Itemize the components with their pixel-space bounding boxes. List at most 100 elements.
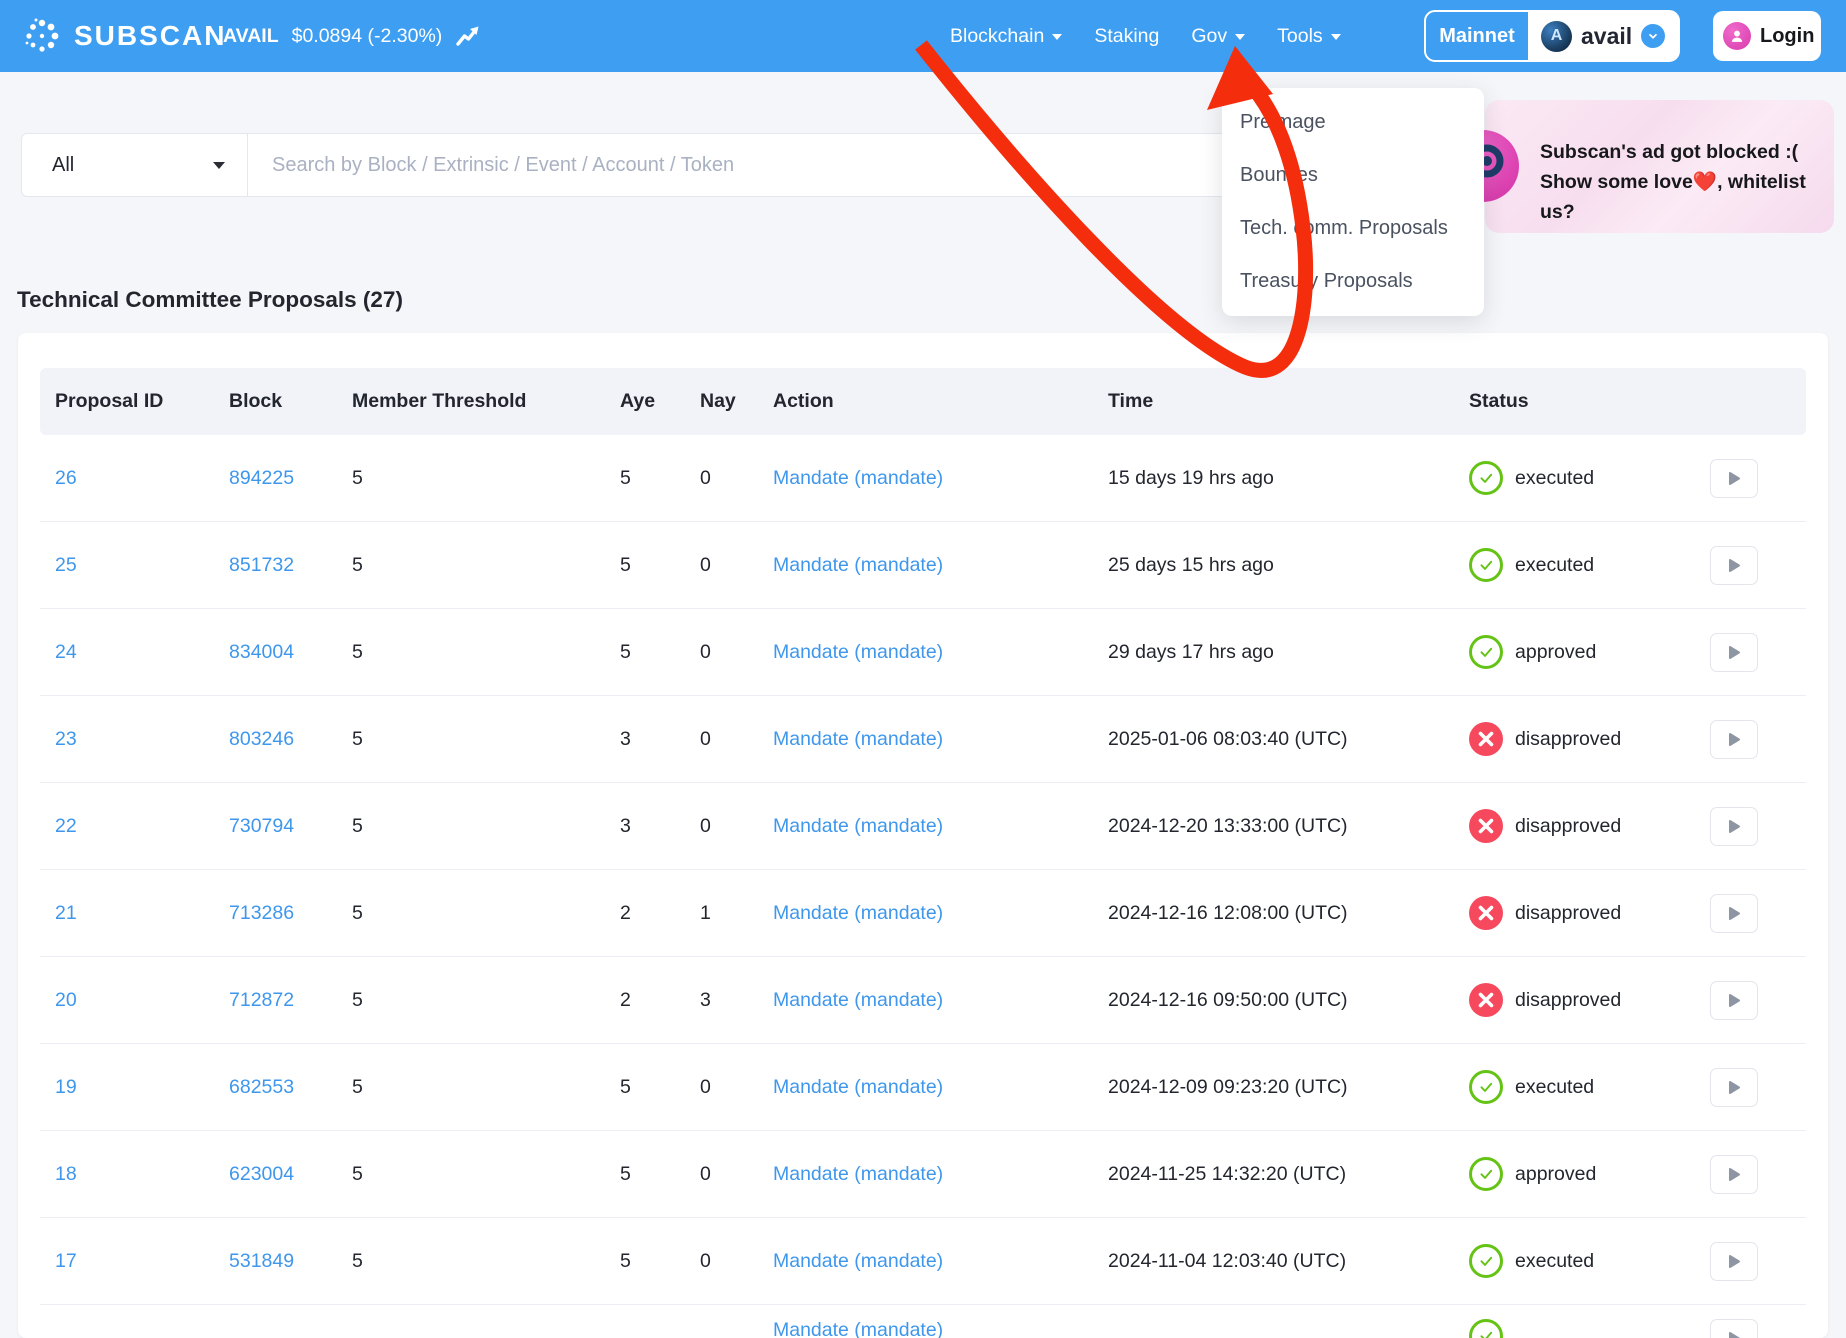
status-label: disapproved	[1515, 902, 1621, 925]
main-nav: Blockchain Staking Gov Tools	[950, 0, 1341, 72]
action-link[interactable]: Mandate (mandate)	[773, 1319, 1108, 1338]
block-link[interactable]: 851732	[229, 554, 352, 577]
action-link[interactable]: Mandate (mandate)	[773, 467, 1108, 490]
menu-item-treasury-proposals[interactable]: Treasury Proposals	[1222, 255, 1484, 308]
nay-value: 0	[700, 641, 773, 664]
menu-item-bounties[interactable]: Bounties	[1222, 149, 1484, 202]
proposal-id-link[interactable]: 21	[55, 902, 229, 925]
nav-item-tools[interactable]: Tools	[1277, 25, 1341, 48]
block-link[interactable]: 531849	[229, 1250, 352, 1273]
table-row: 26 894225 5 5 0 Mandate (mandate) 15 day…	[40, 435, 1806, 522]
nay-value: 1	[700, 902, 773, 925]
nav-item-blockchain[interactable]: Blockchain	[950, 25, 1062, 48]
status-icon	[1469, 1244, 1503, 1278]
nay-value: 0	[700, 1250, 773, 1273]
menu-item-tech-comm-proposals[interactable]: Tech. comm. Proposals	[1222, 202, 1484, 255]
aye-value: 5	[620, 554, 700, 577]
chevron-right-icon	[1727, 993, 1741, 1008]
login-button[interactable]: Login	[1713, 11, 1821, 61]
avail-logo-icon: A	[1541, 21, 1572, 52]
member-threshold-value: 5	[352, 728, 620, 751]
col-aye: Aye	[620, 390, 700, 413]
menu-item-preimage[interactable]: Preimage	[1222, 96, 1484, 149]
time-value: 29 days 17 hrs ago	[1108, 641, 1469, 664]
network-env-button[interactable]: Mainnet	[1426, 12, 1528, 60]
proposal-id-link[interactable]: 19	[55, 1076, 229, 1099]
block-link[interactable]: 894225	[229, 467, 352, 490]
nav-item-gov[interactable]: Gov	[1191, 25, 1245, 48]
proposal-id-link[interactable]: 22	[55, 815, 229, 838]
block-link[interactable]: 682553	[229, 1076, 352, 1099]
status-cell	[1469, 1319, 1710, 1338]
action-link[interactable]: Mandate (mandate)	[773, 989, 1108, 1012]
token-price-info: AVAIL $0.0894 (-2.30%)	[223, 0, 481, 72]
row-expand-button[interactable]	[1710, 633, 1758, 672]
status-label: approved	[1515, 641, 1596, 664]
network-selector[interactable]: Mainnet A avail	[1424, 10, 1680, 62]
nav-item-staking[interactable]: Staking	[1094, 25, 1159, 48]
member-threshold-value: 5	[352, 989, 620, 1012]
nay-value: 0	[700, 1076, 773, 1099]
block-link[interactable]: 803246	[229, 728, 352, 751]
block-link[interactable]: 623004	[229, 1163, 352, 1186]
subscan-logo[interactable]: SUBSCAN	[22, 0, 226, 72]
proposal-id-link[interactable]: 23	[55, 728, 229, 751]
action-link[interactable]: Mandate (mandate)	[773, 1250, 1108, 1273]
action-link[interactable]: Mandate (mandate)	[773, 728, 1108, 751]
row-expand-button[interactable]	[1710, 720, 1758, 759]
status-cell: approved	[1469, 1157, 1710, 1191]
action-link[interactable]: Mandate (mandate)	[773, 641, 1108, 664]
adblock-notice: Subscan's ad got blocked :( Show some lo…	[1485, 100, 1834, 233]
chain-selector[interactable]: A avail	[1528, 12, 1678, 60]
chain-name: avail	[1581, 23, 1632, 50]
action-link[interactable]: Mandate (mandate)	[773, 902, 1108, 925]
status-label: approved	[1515, 1163, 1596, 1186]
chevron-right-icon	[1727, 1331, 1741, 1338]
time-value: 2024-12-16 12:08:00 (UTC)	[1108, 902, 1469, 925]
proposal-id-link[interactable]: 20	[55, 989, 229, 1012]
block-link[interactable]: 730794	[229, 815, 352, 838]
price-chart-icon[interactable]	[455, 23, 481, 49]
proposal-id-link[interactable]: 17	[55, 1250, 229, 1273]
table-row: 24 834004 5 5 0 Mandate (mandate) 29 day…	[40, 609, 1806, 696]
status-cell: disapproved	[1469, 983, 1710, 1017]
aye-value: 5	[620, 641, 700, 664]
chevron-right-icon	[1727, 1080, 1741, 1095]
top-navigation-bar: SUBSCAN AVAIL $0.0894 (-2.30%) Blockchai…	[0, 0, 1846, 72]
action-link[interactable]: Mandate (mandate)	[773, 815, 1108, 838]
block-link[interactable]: 712872	[229, 989, 352, 1012]
search-filter-value: All	[52, 154, 74, 177]
search-filter-select[interactable]: All	[22, 134, 248, 196]
action-link[interactable]: Mandate (mandate)	[773, 1163, 1108, 1186]
proposal-id-link[interactable]: 26	[55, 467, 229, 490]
caret-down-icon	[1235, 34, 1245, 40]
row-expand-button[interactable]	[1710, 459, 1758, 498]
status-cell: executed	[1469, 461, 1710, 495]
time-value: 2024-12-16 09:50:00 (UTC)	[1108, 989, 1469, 1012]
aye-value: 2	[620, 989, 700, 1012]
row-expand-button[interactable]	[1710, 1242, 1758, 1281]
row-expand-button[interactable]	[1710, 981, 1758, 1020]
status-label: executed	[1515, 467, 1594, 490]
row-expand-button[interactable]	[1710, 1319, 1758, 1338]
block-link[interactable]: 713286	[229, 902, 352, 925]
action-link[interactable]: Mandate (mandate)	[773, 1076, 1108, 1099]
proposal-id-link[interactable]: 18	[55, 1163, 229, 1186]
table-row: 22 730794 5 3 0 Mandate (mandate) 2024-1…	[40, 783, 1806, 870]
page: SUBSCAN AVAIL $0.0894 (-2.30%) Blockchai…	[0, 0, 1846, 1338]
proposal-id-link[interactable]: 24	[55, 641, 229, 664]
action-link[interactable]: Mandate (mandate)	[773, 554, 1108, 577]
row-expand-button[interactable]	[1710, 807, 1758, 846]
status-label: disapproved	[1515, 989, 1621, 1012]
status-icon	[1469, 1319, 1503, 1338]
chevron-right-icon	[1727, 645, 1741, 660]
block-link[interactable]: 834004	[229, 641, 352, 664]
col-time: Time	[1108, 390, 1469, 413]
proposal-id-link[interactable]: 25	[55, 554, 229, 577]
row-expand-button[interactable]	[1710, 546, 1758, 585]
status-cell: executed	[1469, 1070, 1710, 1104]
row-expand-button[interactable]	[1710, 1068, 1758, 1107]
row-expand-button[interactable]	[1710, 1155, 1758, 1194]
row-expand-button[interactable]	[1710, 894, 1758, 933]
status-icon	[1469, 1157, 1503, 1191]
